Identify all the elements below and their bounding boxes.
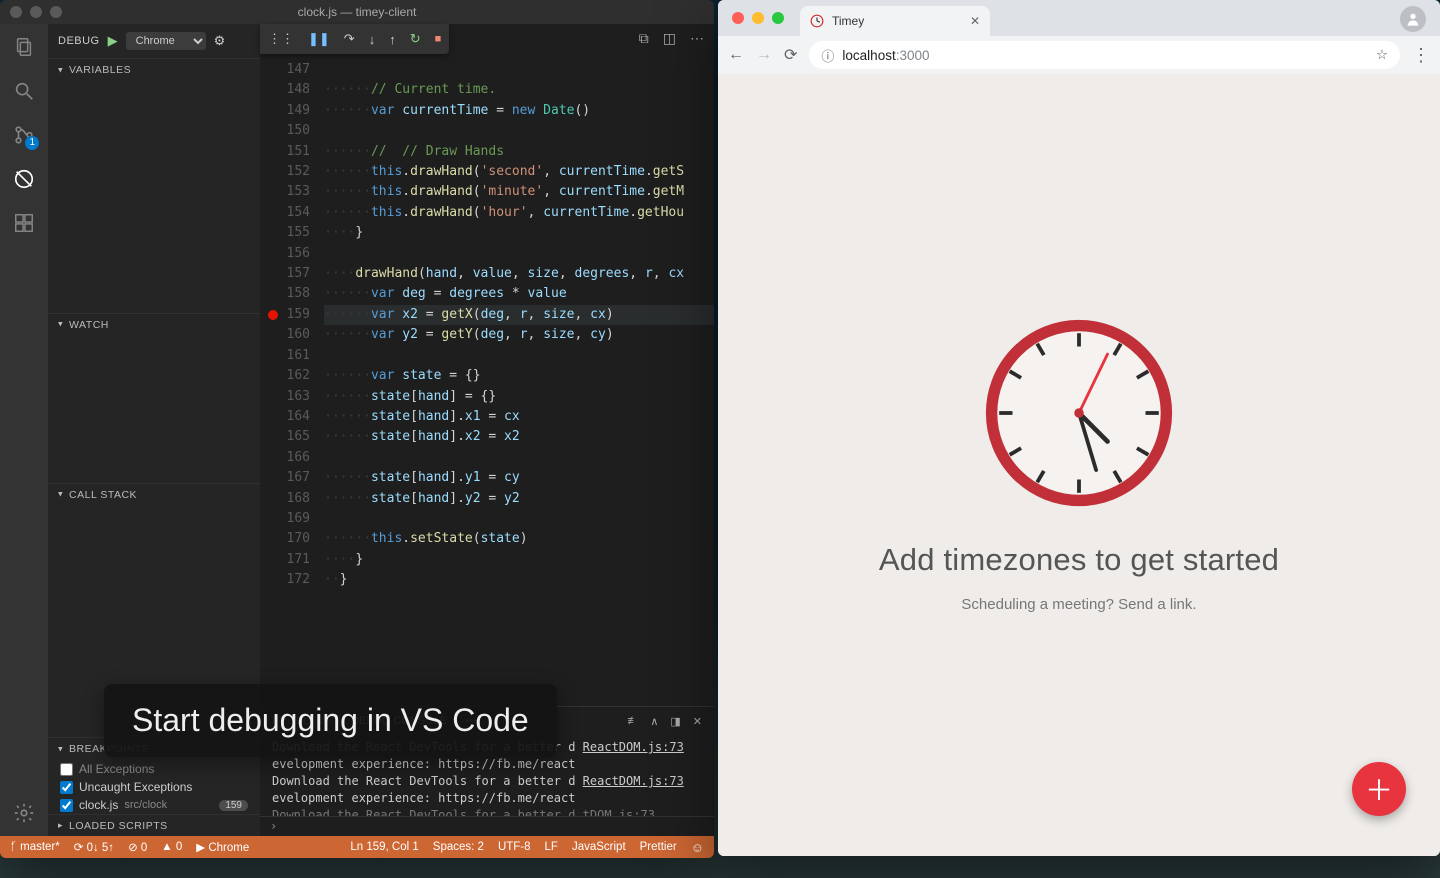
breakpoint-marker[interactable] <box>268 310 278 320</box>
chrome-window-controls[interactable] <box>732 12 784 24</box>
debug-header: DEBUG ▶ Chrome ⚙ <box>48 24 260 58</box>
back-icon[interactable]: ← <box>728 46 744 64</box>
sb-branch[interactable]: ᚶ master* <box>10 841 60 853</box>
bp-file-row[interactable]: clock.js src/clock 159 <box>48 796 260 814</box>
bp-all-checkbox[interactable] <box>60 763 73 776</box>
sb-eol[interactable]: LF <box>545 841 558 853</box>
code-area[interactable]: ······// Current time. ······var current… <box>324 24 714 706</box>
zoom-icon[interactable] <box>772 12 784 24</box>
compare-icon[interactable]: ⧉ <box>639 30 649 47</box>
zoom-icon[interactable] <box>50 6 62 18</box>
more-actions-icon[interactable]: ⋯ <box>690 30 704 47</box>
page-content: Add timezones to get started Scheduling … <box>718 74 1440 856</box>
add-fab[interactable]: ＋ <box>1352 762 1406 816</box>
debug-settings-icon[interactable]: ⚙ <box>214 33 226 49</box>
page-subheading: Scheduling a meeting? Send a link. <box>961 596 1196 613</box>
reload-icon[interactable]: ⟳ <box>784 45 797 65</box>
close-icon[interactable] <box>10 6 22 18</box>
panel-position-icon[interactable]: ◨ <box>670 715 680 728</box>
chrome-toolbar: ← → ⟳ ⓘ localhost:3000 ☆ ⋮ <box>718 36 1440 74</box>
vscode-titlebar[interactable]: clock.js — timey-client <box>0 0 714 24</box>
watch-header[interactable]: WATCH <box>48 314 260 336</box>
split-editor-icon[interactable]: ◫ <box>663 30 676 47</box>
sb-warnings[interactable]: ▲ 0 <box>161 841 182 853</box>
minimize-icon[interactable] <box>752 12 764 24</box>
page-heading: Add timezones to get started <box>879 542 1279 578</box>
tab-title: Timey <box>832 14 864 28</box>
sb-sync[interactable]: ⟳ 0↓ 5↑ <box>74 840 114 854</box>
profile-avatar[interactable] <box>1400 6 1426 32</box>
step-into-icon[interactable]: ↓ <box>369 32 376 47</box>
variables-panel[interactable]: VARIABLES <box>48 58 260 313</box>
debug-toolbar[interactable]: ⋮⋮ ❚❚ ↷ ↓ ↑ ↻ ■ <box>260 24 449 54</box>
sb-cursor-pos[interactable]: Ln 159, Col 1 <box>350 841 418 853</box>
settings-icon[interactable] <box>11 800 37 826</box>
clear-console-icon[interactable]: ≢ <box>627 715 638 728</box>
debug-icon[interactable] <box>11 166 37 192</box>
browser-tab[interactable]: Timey ✕ <box>800 6 990 36</box>
tutorial-caption: Start debugging in VS Code <box>104 684 557 757</box>
scm-icon[interactable]: 1 <box>11 122 37 148</box>
close-icon[interactable] <box>732 12 744 24</box>
watch-panel[interactable]: WATCH <box>48 313 260 483</box>
bp-uncaught-exceptions[interactable]: Uncaught Exceptions <box>48 778 260 796</box>
step-out-icon[interactable]: ↑ <box>389 32 396 47</box>
search-icon[interactable] <box>11 78 37 104</box>
bookmark-icon[interactable]: ☆ <box>1376 47 1388 63</box>
close-panel-icon[interactable]: ✕ <box>693 715 702 728</box>
chrome-window: Timey ✕ ← → ⟳ ⓘ localhost:3000 ☆ ⋮ <box>718 0 1440 856</box>
bp-all-exceptions[interactable]: All Exceptions <box>48 760 260 778</box>
sb-language[interactable]: JavaScript <box>572 841 626 853</box>
debug-config-select[interactable]: Chrome <box>126 32 206 50</box>
restart-icon[interactable]: ↻ <box>410 31 421 47</box>
bp-file-checkbox[interactable] <box>60 799 73 812</box>
start-debug-button[interactable]: ▶ <box>108 33 118 49</box>
activity-bar: 1 <box>0 24 48 836</box>
explorer-icon[interactable] <box>11 34 37 60</box>
status-bar: ᚶ master* ⟳ 0↓ 5↑ ⊘ 0 ▲ 0 ▶ Chrome Ln 15… <box>0 836 714 858</box>
minimize-icon[interactable] <box>30 6 42 18</box>
sb-errors[interactable]: ⊘ 0 <box>128 840 147 854</box>
address-bar[interactable]: ⓘ localhost:3000 ☆ <box>809 41 1400 69</box>
line-gutter[interactable]: 147 148 149 150 151 152 153 154 155 156 … <box>260 24 324 706</box>
forward-icon[interactable]: → <box>756 46 772 64</box>
variables-header[interactable]: VARIABLES <box>48 59 260 81</box>
debug-label: DEBUG <box>58 35 100 47</box>
chrome-tabbar: Timey ✕ <box>718 0 1440 36</box>
extensions-icon[interactable] <box>11 210 37 236</box>
sb-spaces[interactable]: Spaces: 2 <box>433 841 484 853</box>
editor-actions: ⧉ ◫ ⋯ <box>639 30 704 47</box>
collapse-icon[interactable]: ∧ <box>650 715 658 728</box>
stop-icon[interactable]: ■ <box>435 33 442 45</box>
bp-uncaught-checkbox[interactable] <box>60 781 73 794</box>
site-info-icon[interactable]: ⓘ <box>821 46 834 65</box>
sb-debug-target[interactable]: ▶ Chrome <box>196 840 249 854</box>
scm-badge: 1 <box>25 136 39 150</box>
window-controls[interactable] <box>10 6 62 18</box>
step-over-icon[interactable]: ↷ <box>344 31 355 47</box>
sb-encoding[interactable]: UTF-8 <box>498 841 531 853</box>
feedback-icon[interactable]: ☺ <box>691 840 704 855</box>
drag-handle-icon[interactable]: ⋮⋮ <box>268 31 294 47</box>
window-title: clock.js — timey-client <box>298 5 417 19</box>
clock-illustration <box>984 318 1174 508</box>
callstack-header[interactable]: CALL STACK <box>48 484 260 506</box>
chrome-menu-icon[interactable]: ⋮ <box>1412 45 1430 66</box>
sb-prettier[interactable]: Prettier <box>640 841 677 853</box>
loaded-scripts-header[interactable]: LOADED SCRIPTS <box>48 814 260 836</box>
pause-icon[interactable]: ❚❚ <box>308 31 330 47</box>
console-input[interactable]: › <box>260 816 714 836</box>
close-tab-icon[interactable]: ✕ <box>970 14 980 28</box>
favicon-clock-icon <box>810 14 824 28</box>
